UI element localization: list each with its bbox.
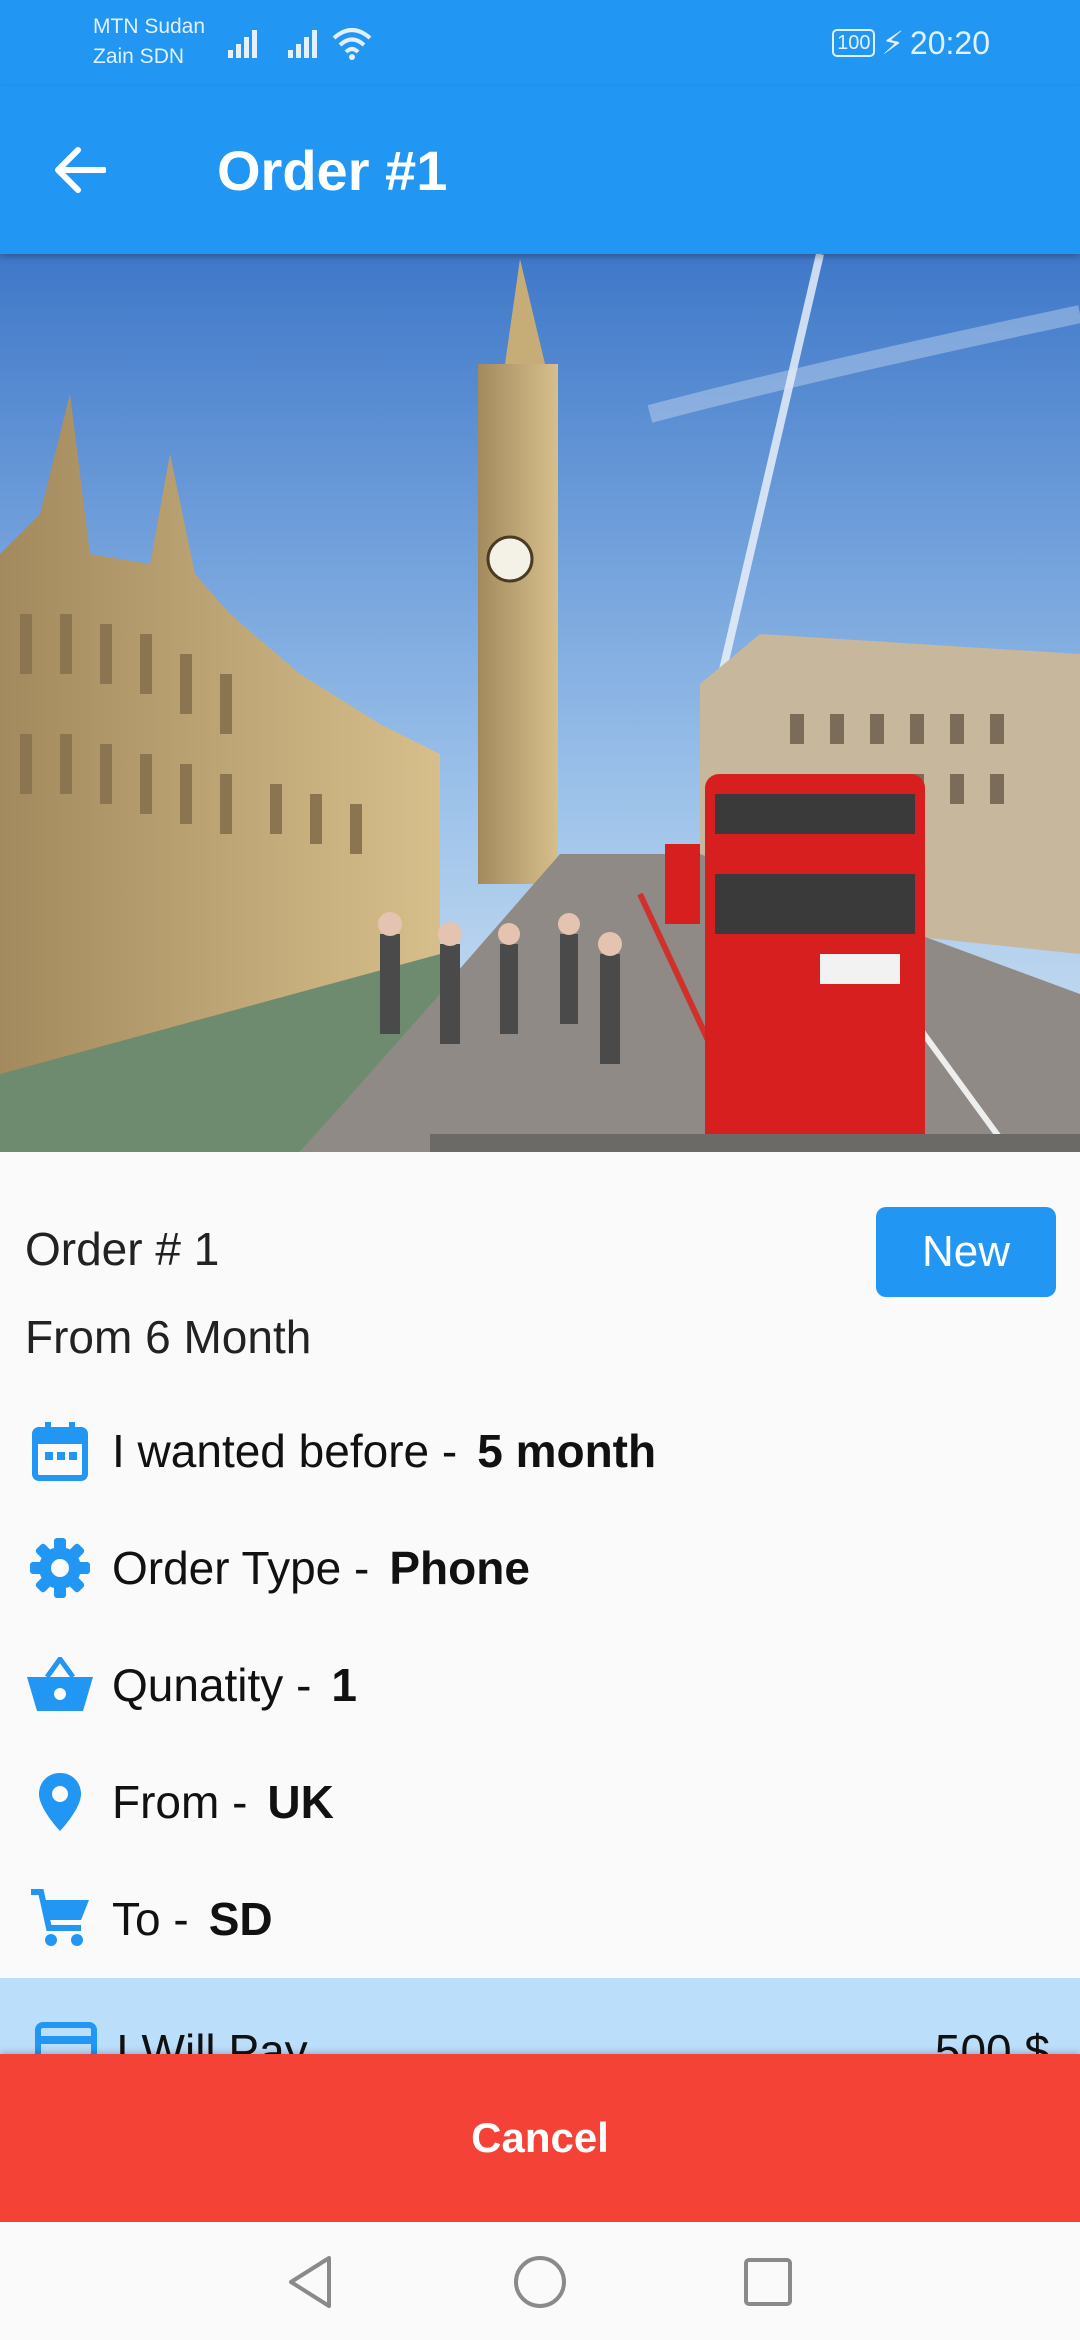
app-bar: Order #1 [0,86,1080,254]
detail-value: 1 [331,1659,358,1711]
back-button[interactable] [40,130,120,210]
signal-icon [228,30,257,58]
detail-row-to: To - SD [25,1879,273,1959]
detail-value: UK [267,1776,334,1828]
carrier-names: MTN Sudan Zain SDN [93,12,205,72]
order-period: From 6 Month [25,1311,312,1363]
circle-home-icon [514,2256,566,2308]
order-number: Order # 1 [25,1223,220,1275]
status-right: 100 ⚡ 20:20 [832,24,990,62]
battery-icon: 100 [832,29,876,57]
cancel-button[interactable]: Cancel [0,2054,1080,2222]
triangle-back-icon [289,2256,331,2308]
detail-row-quantity: Qunatity - 1 [25,1645,357,1725]
detail-label: Qunatity - [112,1659,312,1711]
calendar-icon [25,1416,95,1486]
location-pin-icon [25,1767,95,1837]
detail-value: Phone [389,1542,530,1594]
order-image [0,254,1080,1152]
square-recents-icon [744,2258,792,2306]
system-nav-bar [0,2222,1080,2340]
detail-label: I wanted before - [112,1425,458,1477]
detail-value: 5 month [477,1425,657,1477]
gear-icon [25,1533,95,1603]
detail-label: To - [112,1893,189,1945]
detail-label: Order Type - [112,1542,370,1594]
basket-icon [25,1650,95,1720]
detail-label: From - [112,1776,248,1828]
nav-recents-button[interactable] [738,2252,798,2312]
detail-value: SD [208,1893,273,1945]
status-badge: New [876,1207,1056,1297]
detail-row-from: From - UK [25,1762,334,1842]
cart-icon [25,1884,95,1954]
carrier-1: MTN Sudan [93,15,206,38]
nav-home-button[interactable] [510,2252,570,2312]
carrier-2: Zain SDN [93,45,185,68]
signal-icon [288,30,317,58]
detail-row-order-type: Order Type - Phone [25,1528,530,1608]
page-title: Order #1 [217,139,448,202]
status-bar: MTN Sudan Zain SDN 100 ⚡ 20:20 [0,0,1080,86]
charging-icon: ⚡ [881,25,904,61]
nav-back-button[interactable] [280,2252,340,2312]
detail-row-wanted-before: I wanted before - 5 month [25,1411,656,1491]
arrow-back-icon [55,147,106,193]
wifi-icon [332,28,372,60]
clock: 20:20 [909,24,990,61]
